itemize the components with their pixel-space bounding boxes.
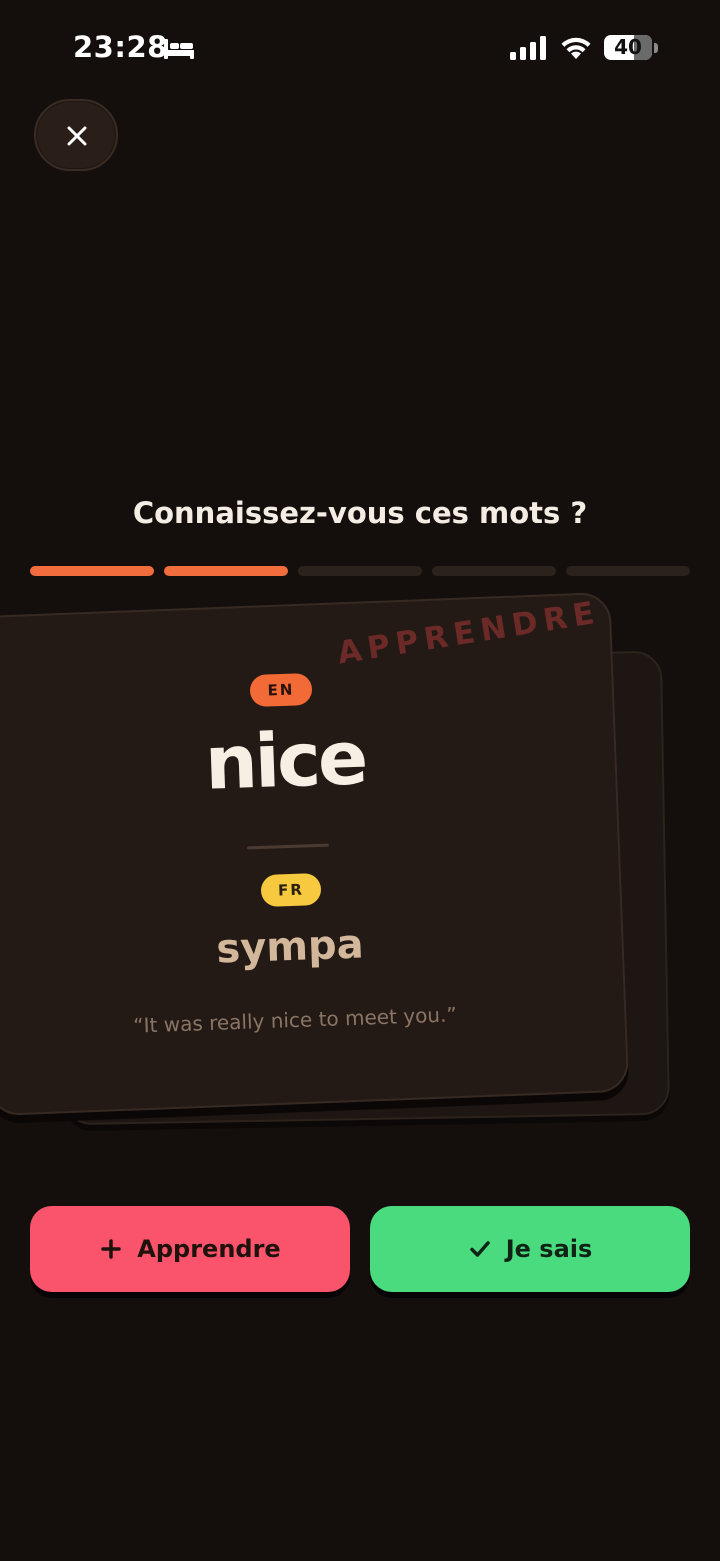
target-word: sympa	[215, 921, 365, 973]
question-title: Connaissez-vous ces mots ?	[132, 496, 588, 530]
status-bar: 23:28 40	[0, 0, 720, 100]
progress-segment	[164, 566, 288, 576]
target-language-badge: FR	[260, 872, 322, 908]
close-icon	[67, 126, 87, 146]
know-button[interactable]: Je sais	[370, 1206, 690, 1292]
check-icon	[469, 1241, 490, 1257]
wifi-icon	[561, 37, 591, 59]
progress-bar	[30, 566, 690, 576]
battery-indicator: 40	[604, 35, 652, 60]
progress-segment	[432, 566, 556, 576]
cellular-signal-icon	[510, 36, 546, 60]
source-language-badge: EN	[249, 672, 313, 708]
flashcard[interactable]	[0, 591, 630, 1117]
battery-level-text: 40	[614, 35, 642, 59]
learn-button-label: Apprendre	[137, 1235, 281, 1263]
progress-segment	[566, 566, 690, 576]
plus-icon	[101, 1239, 122, 1259]
battery-cap	[654, 43, 658, 53]
learn-button[interactable]: Apprendre	[30, 1206, 350, 1292]
progress-segment	[298, 566, 422, 576]
know-button-label: Je sais	[505, 1235, 593, 1263]
status-time: 23:28	[73, 30, 168, 64]
source-word: nice	[203, 715, 367, 807]
sleep-mode-icon	[164, 39, 194, 59]
progress-segment	[30, 566, 154, 576]
close-button[interactable]	[34, 99, 118, 171]
